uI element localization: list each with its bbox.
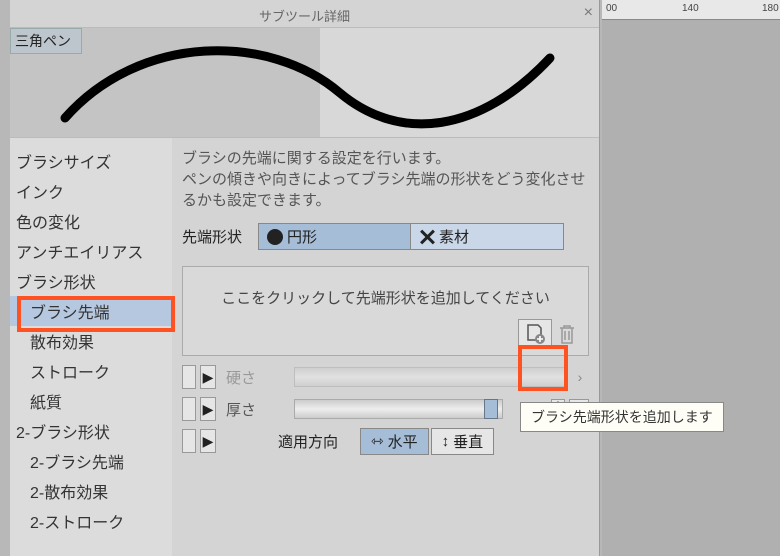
thickness-toggle[interactable] — [182, 397, 196, 421]
tip-shape-circle-label: 円形 — [287, 226, 317, 247]
tip-shape-material-button[interactable]: 素材 — [411, 224, 563, 249]
close-icon[interactable]: × — [584, 4, 593, 22]
thickness-slider[interactable] — [294, 399, 503, 419]
sidebar-item-brushtip[interactable]: ブラシ先端 — [10, 296, 172, 326]
sidebar-item-paper[interactable]: 紙質 — [10, 386, 172, 416]
slider-thumb[interactable] — [484, 399, 498, 419]
tooltip: ブラシ先端形状を追加します — [520, 402, 724, 432]
subtool-detail-dialog: サブツール詳細 × 三角ペン ブラシサイズ インク 色の変化 アンチエイリアス … — [10, 0, 600, 556]
sidebar-item-stroke2[interactable]: 2-ストローク — [10, 506, 172, 536]
sidebar-item-ink[interactable]: インク — [10, 176, 172, 206]
canvas-ruler: 00 140 180 — [602, 0, 780, 20]
hardness-label: 硬さ — [220, 367, 290, 388]
panel-description: ブラシの先端に関する設定を行います。 ペンの傾きや向きによってブラシ先端の形状を… — [182, 148, 589, 211]
sidebar-item-scatter[interactable]: 散布効果 — [10, 326, 172, 356]
tip-shape-label: 先端形状 — [182, 226, 258, 247]
trash-icon[interactable] — [558, 323, 576, 345]
material-x-icon — [419, 229, 435, 245]
thickness-label: 厚さ — [220, 399, 290, 420]
add-tip-shape-text: ここをクリックして先端形状を追加してください — [195, 287, 576, 308]
direction-expand[interactable]: ▶ — [200, 429, 216, 453]
sidebar-item-brushshape[interactable]: ブラシ形状 — [10, 266, 172, 296]
canvas-area[interactable] — [602, 20, 780, 556]
tip-shape-circle-button[interactable]: 円形 — [259, 224, 411, 249]
circle-icon — [267, 229, 283, 245]
vertical-icon: ↕ — [442, 433, 450, 450]
tip-shape-row: 先端形状 円形 素材 — [182, 223, 589, 250]
add-page-icon — [524, 323, 546, 345]
thickness-expand[interactable]: ▶ — [200, 397, 216, 421]
hardness-toggle[interactable] — [182, 365, 196, 389]
dialog-titlebar[interactable]: サブツール詳細 × — [10, 0, 599, 28]
sidebar-item-brushsize[interactable]: ブラシサイズ — [10, 146, 172, 176]
sidebar-item-scatter2[interactable]: 2-散布効果 — [10, 476, 172, 506]
brush-stroke-preview — [50, 38, 560, 133]
sidebar-item-antialias[interactable]: アンチエイリアス — [10, 236, 172, 266]
tip-shape-segmented: 円形 素材 — [258, 223, 564, 250]
add-tip-shape-area[interactable]: ここをクリックして先端形状を追加してください — [182, 266, 589, 356]
hardness-expand[interactable]: ▶ — [200, 365, 216, 389]
ruler-tick: 180 — [762, 3, 779, 14]
sidebar-item-brushshape2[interactable]: 2-ブラシ形状 — [10, 416, 172, 446]
hardness-slider[interactable] — [294, 367, 567, 387]
direction-vertical-label: 垂直 — [453, 431, 483, 452]
sidebar-item-stroke[interactable]: ストローク — [10, 356, 172, 386]
dialog-title: サブツール詳細 — [259, 9, 350, 24]
sidebar-item-colorchange[interactable]: 色の変化 — [10, 206, 172, 236]
hardness-row: ▶ 硬さ › — [182, 362, 589, 392]
hardness-more-icon[interactable]: › — [571, 369, 589, 385]
ruler-tick: 140 — [682, 3, 699, 14]
brush-preview-area: 三角ペン — [10, 28, 599, 138]
ruler-tick: 00 — [606, 3, 617, 14]
tip-shape-material-label: 素材 — [439, 226, 469, 247]
horizontal-icon: ⇿ — [371, 432, 384, 450]
category-sidebar: ブラシサイズ インク 色の変化 アンチエイリアス ブラシ形状 ブラシ先端 散布効… — [10, 138, 172, 556]
direction-toggle[interactable] — [182, 429, 196, 453]
direction-vertical-button[interactable]: ↕ 垂直 — [431, 428, 495, 455]
direction-label: 適用方向 — [278, 431, 358, 452]
direction-horizontal-button[interactable]: ⇿ 水平 — [360, 428, 429, 455]
add-tip-shape-button[interactable] — [518, 319, 552, 349]
settings-main-panel: ブラシの先端に関する設定を行います。 ペンの傾きや向きによってブラシ先端の形状を… — [172, 138, 599, 556]
sidebar-item-brushtip2[interactable]: 2-ブラシ先端 — [10, 446, 172, 476]
direction-horizontal-label: 水平 — [388, 431, 418, 452]
